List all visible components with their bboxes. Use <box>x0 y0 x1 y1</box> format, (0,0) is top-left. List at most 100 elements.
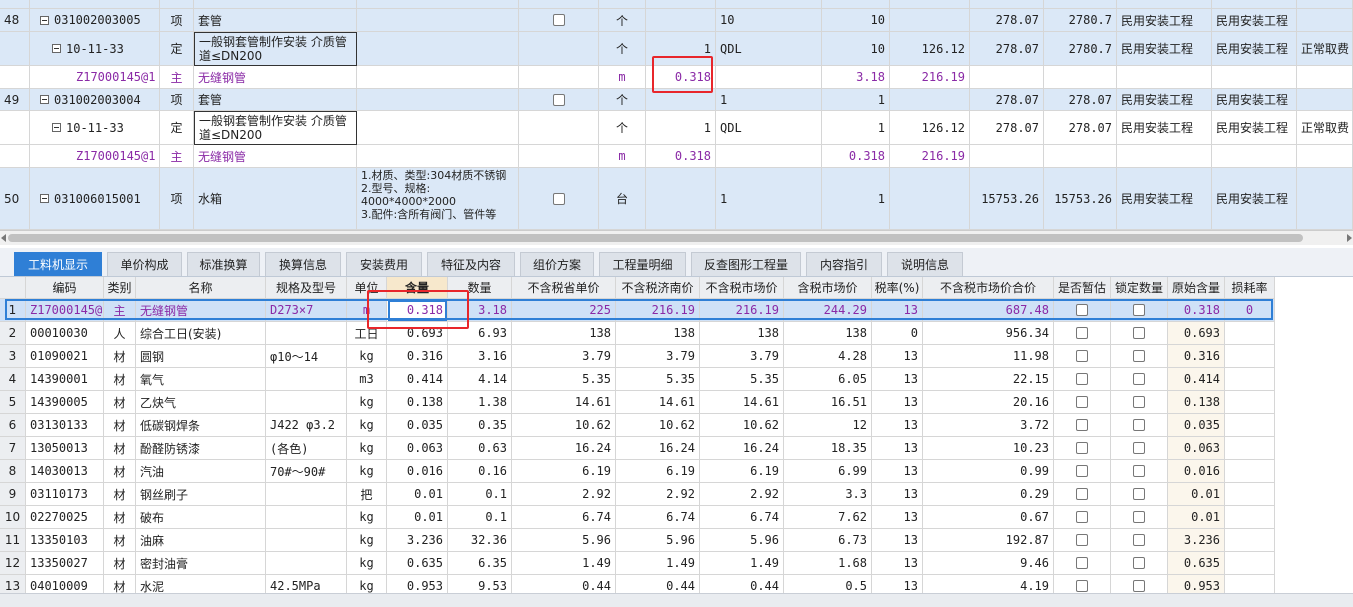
resource-cell-tax[interactable]: 0 <box>872 322 923 345</box>
bill-cell-price[interactable] <box>970 145 1044 168</box>
bill-cell-code[interactable]: 10-11-33 <box>30 32 160 66</box>
resource-cell-tax[interactable]: 13 <box>872 299 923 322</box>
bill-cell-type[interactable]: 项 <box>160 89 194 111</box>
resource-cell-cat[interactable]: 主 <box>104 299 136 322</box>
resource-cell-p1[interactable]: 14.61 <box>512 391 616 414</box>
resource-cell-p1[interactable]: 5.35 <box>512 368 616 391</box>
estimate-checkbox[interactable] <box>1076 465 1088 477</box>
lock-quantity-checkbox[interactable] <box>1133 442 1145 454</box>
tab-7[interactable]: 组价方案 <box>520 252 594 276</box>
resource-cell-qty[interactable]: 1.38 <box>448 391 512 414</box>
resource-row[interactable]: 12 13350027 材密封油膏 kg 0.635 6.35 1.49 1.49 1.49 1.… <box>0 552 1275 575</box>
resource-cell-spec[interactable]: 42.5MPa <box>266 575 347 593</box>
lock-quantity-checkbox[interactable] <box>1133 511 1145 523</box>
resource-cell-cat[interactable]: 人 <box>104 322 136 345</box>
resource-cell-unit[interactable]: kg <box>347 391 387 414</box>
resource-cell-orig[interactable]: 0.063 <box>1168 437 1225 460</box>
resource-cell-est[interactable] <box>1054 529 1111 552</box>
resource-cell-code[interactable]: 14390001 <box>26 368 104 391</box>
resource-cell-code[interactable]: 03110173 <box>26 483 104 506</box>
resource-cell-spec[interactable]: J422 φ3.2 <box>266 414 347 437</box>
resource-cell-tax[interactable]: 13 <box>872 552 923 575</box>
bill-cell-code[interactable]: 031002003004 <box>30 89 160 111</box>
bill-cell-code[interactable]: 031006015001 <box>30 168 160 230</box>
resource-cell-p4[interactable]: 12 <box>784 414 872 437</box>
resource-cell-sum[interactable]: 4.19 <box>923 575 1054 593</box>
lock-quantity-checkbox[interactable] <box>1133 465 1145 477</box>
resource-cell-orig[interactable]: 0.953 <box>1168 575 1225 593</box>
resource-cell-p2[interactable]: 6.19 <box>616 460 700 483</box>
resource-cell-p4[interactable]: 18.35 <box>784 437 872 460</box>
resource-cell-est[interactable] <box>1054 414 1111 437</box>
resource-cell-est[interactable] <box>1054 437 1111 460</box>
resource-cell-p1[interactable]: 6.19 <box>512 460 616 483</box>
bill-row[interactable]: 10-11-33 定一般钢套管制作安装 介质管道≤DN200 个 1 QDL 10 126.… <box>0 32 1353 66</box>
bill-cell-total[interactable]: 15753.26 <box>1044 168 1117 230</box>
bill-cell-price[interactable]: 278.07 <box>970 111 1044 145</box>
bill-cell-qty[interactable]: 10 <box>822 32 890 66</box>
column-header-p3[interactable]: 不含税市场价 <box>700 277 784 299</box>
resource-cell-content[interactable]: 0.01 <box>387 483 448 506</box>
column-header-est[interactable]: 是否暂估 <box>1054 277 1111 299</box>
resource-cell-orig[interactable]: 0.318 <box>1168 299 1225 322</box>
column-header-name[interactable]: 名称 <box>136 277 266 299</box>
tab-2[interactable]: 单价构成 <box>107 252 182 276</box>
resource-cell-est[interactable] <box>1054 391 1111 414</box>
resource-cell-lock[interactable] <box>1111 575 1168 593</box>
resource-cell-spec[interactable] <box>266 552 347 575</box>
resource-cell-code[interactable]: 00010030 <box>26 322 104 345</box>
bill-cell-unit[interactable]: 台 <box>599 168 646 230</box>
resource-cell-sum[interactable]: 10.23 <box>923 437 1054 460</box>
estimate-checkbox[interactable] <box>1076 396 1088 408</box>
bill-cell-unit[interactable]: 个 <box>599 32 646 66</box>
resource-cell-p2[interactable]: 16.24 <box>616 437 700 460</box>
resource-cell-qty[interactable]: 32.36 <box>448 529 512 552</box>
resource-cell-sum[interactable]: 687.48 <box>923 299 1054 322</box>
resource-cell-est[interactable] <box>1054 575 1111 593</box>
resource-cell-p1[interactable]: 138 <box>512 322 616 345</box>
bill-cell-feature[interactable] <box>357 111 519 145</box>
bill-cell-feature[interactable] <box>357 32 519 66</box>
bill-cell-total[interactable]: 2780.7 <box>1044 32 1117 66</box>
bill-cell-note[interactable] <box>1297 0 1353 9</box>
bill-cell-content[interactable] <box>646 0 716 9</box>
resource-cell-spec[interactable] <box>266 391 347 414</box>
bill-cell-check[interactable] <box>519 66 599 89</box>
resource-cell-tax[interactable]: 13 <box>872 460 923 483</box>
resource-cell-p3[interactable]: 14.61 <box>700 391 784 414</box>
resource-cell-loss[interactable]: 0 <box>1225 299 1275 322</box>
lock-quantity-checkbox[interactable] <box>1133 488 1145 500</box>
resource-cell-spec[interactable]: D273×7 <box>266 299 347 322</box>
tab-5[interactable]: 安装费用 <box>346 252 422 276</box>
resource-cell-sum[interactable]: 192.87 <box>923 529 1054 552</box>
resource-cell-sum[interactable]: 22.15 <box>923 368 1054 391</box>
resource-cell-tax[interactable]: 13 <box>872 506 923 529</box>
column-header-qty[interactable]: 数量 <box>448 277 512 299</box>
resource-cell-lock[interactable] <box>1111 506 1168 529</box>
tab-10[interactable]: 内容指引 <box>806 252 882 276</box>
resource-cell-loss[interactable] <box>1225 368 1275 391</box>
resource-cell-sum[interactable]: 3.72 <box>923 414 1054 437</box>
bill-cell-unit[interactable]: m <box>599 66 646 89</box>
bill-cell-name[interactable]: 一般钢套管制作安装 介质管道≤DN200 <box>194 111 357 145</box>
resource-cell-est[interactable] <box>1054 322 1111 345</box>
bill-cell-unit_price[interactable]: 126.12 <box>890 111 970 145</box>
resource-cell-p1[interactable]: 1.49 <box>512 552 616 575</box>
bill-cell-price[interactable]: 15753.26 <box>970 168 1044 230</box>
resource-cell-loss[interactable] <box>1225 460 1275 483</box>
resource-cell-cat[interactable]: 材 <box>104 575 136 593</box>
bill-cell-feature[interactable] <box>357 145 519 168</box>
resource-cell-orig[interactable]: 0.693 <box>1168 322 1225 345</box>
resource-cell-orig[interactable]: 0.316 <box>1168 345 1225 368</box>
estimate-checkbox[interactable] <box>1076 350 1088 362</box>
resource-cell-code[interactable]: 14390005 <box>26 391 104 414</box>
resource-cell-cat[interactable]: 材 <box>104 529 136 552</box>
bill-cell-qty[interactable]: 10 <box>822 9 890 32</box>
resource-cell-spec[interactable]: φ10～14 <box>266 345 347 368</box>
estimate-checkbox[interactable] <box>552 192 565 205</box>
resource-cell-unit[interactable]: m3 <box>347 368 387 391</box>
column-header-p1[interactable]: 不含税省单价 <box>512 277 616 299</box>
resource-cell-loss[interactable] <box>1225 575 1275 593</box>
bill-cell-s1[interactable]: 民用安装工程 <box>1117 89 1212 111</box>
resource-row[interactable]: 9 03110173 材钢丝刷子把 0.01 0.1 2.92 2.92 2.92 3.3 13 0… <box>0 483 1275 506</box>
